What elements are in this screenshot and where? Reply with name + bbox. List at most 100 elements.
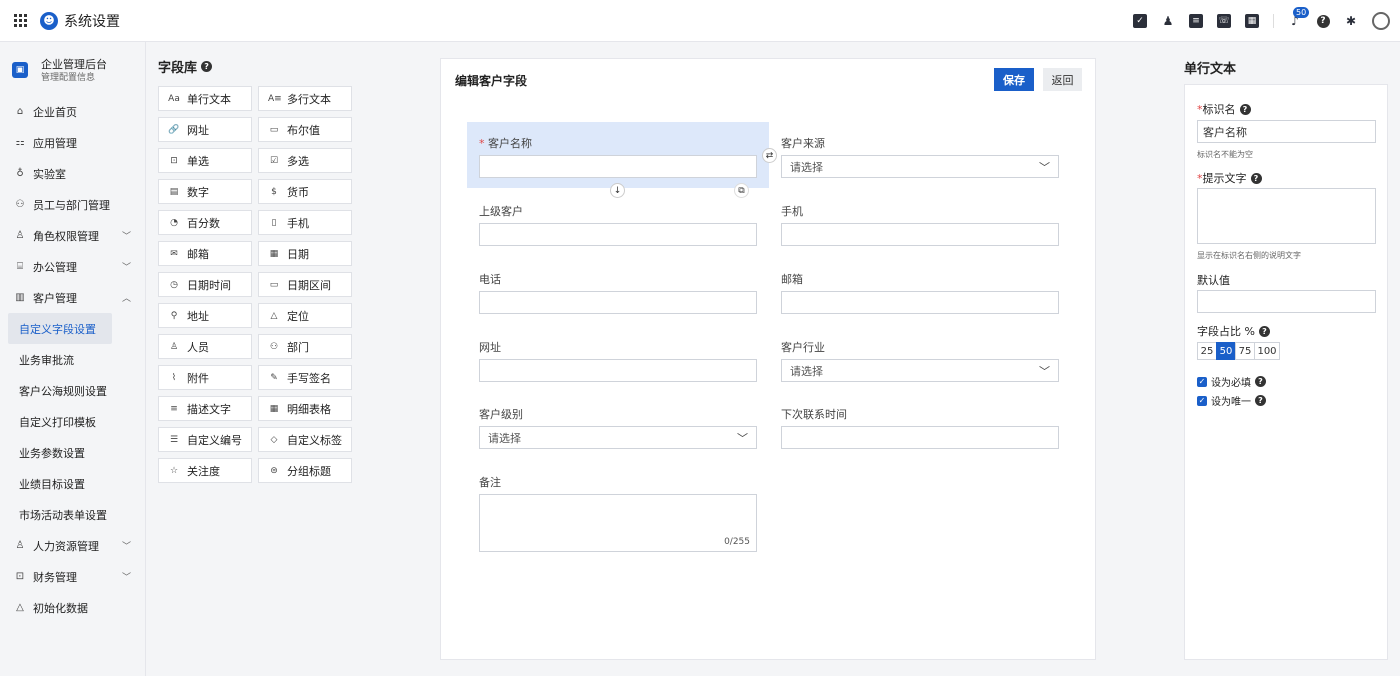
next-contact-input[interactable] <box>781 426 1059 449</box>
library-field-item[interactable]: ♙ 人员 <box>158 334 252 359</box>
help-icon[interactable]: ? <box>1255 395 1266 406</box>
sidebar-item-office[interactable]: ⌸ 办公管理 ﹀ <box>0 251 145 282</box>
save-button[interactable]: 保存 <box>994 68 1034 91</box>
org-header[interactable]: ▣ 企业管理后台 管理配置信息 <box>0 42 145 96</box>
field-type-label: 地址 <box>187 309 209 323</box>
field-type-icon: ✎ <box>270 372 278 383</box>
sidebar-sub-params[interactable]: 业务参数设置 <box>0 437 145 468</box>
sidebar-item-home[interactable]: ⌂ 企业首页 <box>0 96 145 127</box>
library-field-item[interactable]: ▦ 日期 <box>258 241 352 266</box>
library-field-item[interactable]: ✉ 邮箱 <box>158 241 252 266</box>
task-icon[interactable]: ✓ <box>1133 14 1147 28</box>
library-field-item[interactable]: ▦ 明细表格 <box>258 396 352 421</box>
ratio-option[interactable]: 50 <box>1216 342 1236 360</box>
sidebar-sub-print-template[interactable]: 自定义打印模板 <box>0 406 145 437</box>
library-field-item[interactable]: Aa 单行文本 <box>158 86 252 111</box>
id-input[interactable]: 客户名称 <box>1197 120 1376 143</box>
help-icon[interactable]: ? <box>1258 325 1270 337</box>
sidebar-item-lab[interactable]: ♁ 实验室 <box>0 158 145 189</box>
library-field-item[interactable]: ◷ 日期时间 <box>158 272 252 297</box>
top-actions: ✓ ♟ ≡ ☏ ▦ ♪ 50 ? ✱ <box>1133 0 1390 42</box>
library-field-item[interactable]: ⚲ 地址 <box>158 303 252 328</box>
ratio-option[interactable]: 25 <box>1197 342 1217 360</box>
help-icon[interactable]: ? <box>1316 14 1330 28</box>
unique-checkbox[interactable]: ✓ 设为唯一? <box>1197 393 1266 408</box>
lab-icon: ♁ <box>16 168 24 179</box>
help-icon[interactable]: ? <box>1250 172 1262 184</box>
sidebar-item-roles[interactable]: ♙ 角色权限管理 ﹀ <box>0 220 145 251</box>
gear-icon[interactable]: ✱ <box>1344 14 1358 28</box>
sidebar-sub-custom-fields[interactable]: 自定义字段设置 <box>8 313 112 344</box>
library-field-item[interactable]: 🔗 网址 <box>158 117 252 142</box>
industry-select[interactable]: 请选择 ﹀ <box>781 359 1059 382</box>
sidebar-sub-pool-rules[interactable]: 客户公海规则设置 <box>0 375 145 406</box>
field-label-industry: 客户行业 <box>781 341 825 354</box>
library-field-item[interactable]: ☰ 自定义编号 <box>158 427 252 452</box>
library-field-item[interactable]: ✎ 手写签名 <box>258 365 352 390</box>
copy-icon[interactable]: ⧉ <box>734 183 749 198</box>
library-field-item[interactable]: A≡ 多行文本 <box>258 86 352 111</box>
mobile-input[interactable] <box>781 223 1059 246</box>
sidebar-sub-targets[interactable]: 业绩目标设置 <box>0 468 145 499</box>
library-field-item[interactable]: $ 货币 <box>258 179 352 204</box>
library-field-item[interactable]: ▭ 布尔值 <box>258 117 352 142</box>
library-field-item[interactable]: ⌇ 附件 <box>158 365 252 390</box>
help-icon[interactable]: ? <box>1239 103 1251 115</box>
library-field-item[interactable]: ◔ 百分数 <box>158 210 252 235</box>
library-field-item[interactable]: ⊜ 分组标题 <box>258 458 352 483</box>
org-subtitle: 管理配置信息 <box>41 73 96 83</box>
library-field-item[interactable]: ☑ 多选 <box>258 148 352 173</box>
sidebar-item-finance[interactable]: ⊡ 财务管理 ﹀ <box>0 561 145 592</box>
library-field-item[interactable]: ◇ 自定义标签 <box>258 427 352 452</box>
ratio-option[interactable]: 100 <box>1254 342 1280 360</box>
sidebar-item-apps[interactable]: ⚏ 应用管理 <box>0 127 145 158</box>
customer-name-input[interactable] <box>479 155 757 178</box>
app-grid-icon[interactable] <box>14 13 28 28</box>
document-icon[interactable]: ≡ <box>1189 14 1203 28</box>
library-field-item[interactable]: △ 定位 <box>258 303 352 328</box>
library-field-item[interactable]: ▯ 手机 <box>258 210 352 235</box>
library-field-item[interactable]: ☆ 关注度 <box>158 458 252 483</box>
contact-icon[interactable]: ♟ <box>1161 14 1175 28</box>
field-type-label: 部门 <box>287 340 309 354</box>
form-editor: 编辑客户字段 保存 返回 * 客户名称 ⇄ ↓ ⧉ 客户来源 请选择 ﹀ 上级客户… <box>440 58 1096 660</box>
field-label-mobile: 手机 <box>781 205 803 218</box>
customer-source-select[interactable]: 请选择 ﹀ <box>781 155 1059 178</box>
back-button[interactable]: 返回 <box>1043 68 1082 91</box>
required-checkbox[interactable]: ✓ 设为必填? <box>1197 374 1266 389</box>
library-field-item[interactable]: ⚇ 部门 <box>258 334 352 359</box>
library-field-item[interactable]: ⊡ 单选 <box>158 148 252 173</box>
swap-icon[interactable]: ⇄ <box>762 148 777 163</box>
default-input[interactable] <box>1197 290 1376 313</box>
library-field-item[interactable]: ▭ 日期区间 <box>258 272 352 297</box>
website-input[interactable] <box>479 359 757 382</box>
phone-input[interactable] <box>479 291 757 314</box>
sidebar-item-init[interactable]: △ 初始化数据 <box>0 592 145 623</box>
checkbox-checked-icon: ✓ <box>1197 395 1207 406</box>
arrow-down-icon[interactable]: ↓ <box>610 183 625 198</box>
field-type-label: 单选 <box>187 154 209 168</box>
sidebar-item-staff[interactable]: ⚇ 员工与部门管理 <box>0 189 145 220</box>
email-input[interactable] <box>781 291 1059 314</box>
field-type-icon: ⌇ <box>171 372 177 383</box>
remark-textarea[interactable]: 0/255 <box>479 494 757 552</box>
bell-icon[interactable]: ♪ 50 <box>1288 7 1310 28</box>
tip-textarea[interactable] <box>1197 188 1376 244</box>
id-label: * 标识名? <box>1197 101 1251 117</box>
ratio-option[interactable]: 75 <box>1235 342 1255 360</box>
sidebar-sub-approval[interactable]: 业务审批流 <box>0 344 145 375</box>
level-select[interactable]: 请选择 ﹀ <box>479 426 757 449</box>
help-icon[interactable]: ? <box>201 60 213 72</box>
field-type-icon: ✉ <box>170 248 178 259</box>
library-field-item[interactable]: ▤ 数字 <box>158 179 252 204</box>
sidebar-item-customer[interactable]: ▥ 客户管理 ︿ <box>0 282 145 313</box>
parent-customer-input[interactable] <box>479 223 757 246</box>
phone-icon[interactable]: ☏ <box>1217 14 1231 28</box>
sidebar-sub-campaign-form[interactable]: 市场活动表单设置 <box>0 499 145 530</box>
hr-icon: ♙ <box>15 540 25 551</box>
library-field-item[interactable]: ≡ 描述文字 <box>158 396 252 421</box>
help-icon[interactable]: ? <box>1255 376 1266 387</box>
avatar[interactable] <box>1372 12 1390 30</box>
calendar-icon[interactable]: ▦ <box>1245 14 1259 28</box>
sidebar-item-hr[interactable]: ♙ 人力资源管理 ﹀ <box>0 530 145 561</box>
